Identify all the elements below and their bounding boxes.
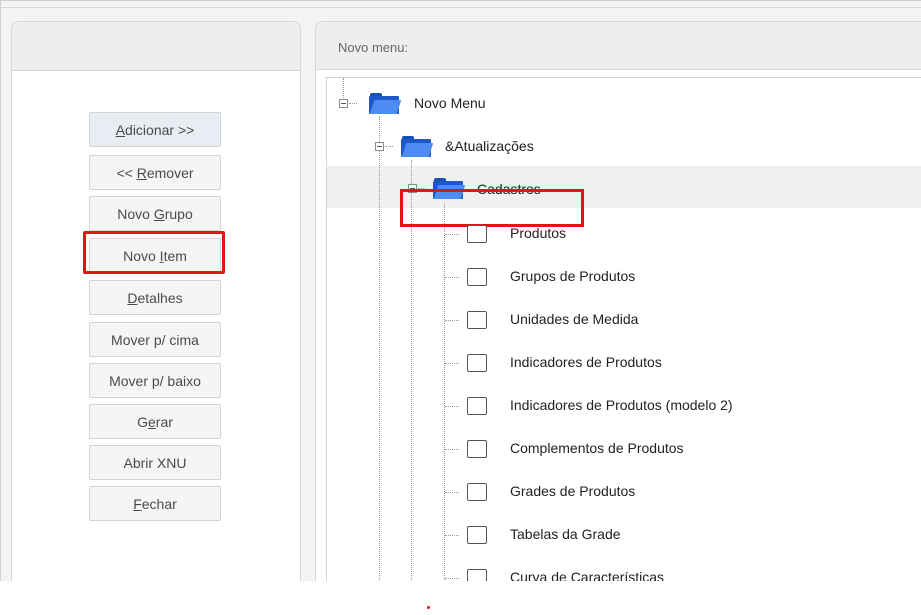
menu-item-icon bbox=[467, 569, 487, 581]
collapse-toggle-icon[interactable] bbox=[408, 184, 417, 193]
tree-branch bbox=[445, 277, 459, 279]
tree-node-root[interactable]: Novo Menu bbox=[414, 95, 486, 111]
collapse-toggle-icon[interactable] bbox=[375, 142, 384, 151]
menu-tree-panel: Novo menu: Novo Menu &Atualizações Cadas… bbox=[315, 21, 921, 581]
menu-item-icon bbox=[467, 526, 487, 544]
novo-item-button[interactable]: Novo Item bbox=[89, 238, 221, 273]
menu-item-icon bbox=[467, 354, 487, 372]
tree-item[interactable]: Curva de Características bbox=[510, 569, 664, 581]
actions-panel: Adicionar >> << Remover Novo Grupo Novo … bbox=[11, 21, 301, 581]
menu-item-icon bbox=[467, 225, 487, 243]
tree-node-atualizacoes[interactable]: &Atualizações bbox=[445, 138, 534, 154]
menu-item-icon bbox=[467, 440, 487, 458]
folder-open-icon bbox=[369, 93, 402, 115]
tree-branch bbox=[445, 578, 459, 580]
detalhes-button[interactable]: Detalhes bbox=[89, 280, 221, 315]
tree-branch bbox=[385, 146, 393, 148]
tree-branch bbox=[445, 449, 459, 451]
tree-item[interactable]: Indicadores de Produtos bbox=[510, 354, 662, 370]
tree-branch bbox=[445, 234, 459, 236]
remover-button[interactable]: << Remover bbox=[89, 155, 221, 190]
red-dot-marker bbox=[427, 606, 430, 609]
tree-branch bbox=[349, 103, 357, 105]
menu-tree-header: Novo menu: bbox=[316, 22, 921, 70]
tree-branch bbox=[445, 492, 459, 494]
tree-item[interactable]: Tabelas da Grade bbox=[510, 526, 621, 542]
tree-line bbox=[411, 160, 413, 581]
tree-branch bbox=[445, 535, 459, 537]
folder-open-icon bbox=[401, 136, 434, 158]
tree-branch bbox=[445, 363, 459, 365]
top-divider bbox=[1, 7, 921, 8]
tree-item[interactable]: Unidades de Medida bbox=[510, 311, 638, 327]
tree-line bbox=[379, 116, 381, 581]
tree-line bbox=[343, 78, 345, 98]
mover-cima-button[interactable]: Mover p/ cima bbox=[89, 322, 221, 357]
tree-branch bbox=[445, 406, 459, 408]
mover-baixo-button[interactable]: Mover p/ baixo bbox=[89, 363, 221, 398]
menu-tree[interactable]: Novo Menu &Atualizações Cadastros Produt… bbox=[326, 77, 921, 581]
tree-node-cadastros[interactable]: Cadastros bbox=[477, 181, 541, 197]
adicionar-button[interactable]: Adicionar >> bbox=[89, 112, 221, 147]
menu-item-icon bbox=[467, 397, 487, 415]
menu-item-icon bbox=[467, 483, 487, 501]
fechar-button[interactable]: Fechar bbox=[89, 486, 221, 521]
gerar-button[interactable]: Gerar bbox=[89, 404, 221, 439]
folder-open-icon bbox=[433, 178, 466, 200]
tree-branch bbox=[418, 188, 426, 190]
novo-grupo-button[interactable]: Novo Grupo bbox=[89, 196, 221, 231]
tree-item[interactable]: Grupos de Produtos bbox=[510, 268, 635, 284]
tree-item[interactable]: Produtos bbox=[510, 225, 566, 241]
menu-item-icon bbox=[467, 268, 487, 286]
tree-item[interactable]: Complementos de Produtos bbox=[510, 440, 684, 456]
tree-item[interactable]: Grades de Produtos bbox=[510, 483, 635, 499]
actions-panel-header bbox=[12, 22, 300, 71]
abrir-xnu-button[interactable]: Abrir XNU bbox=[89, 445, 221, 480]
tree-line bbox=[444, 203, 446, 581]
menu-editor-window: Adicionar >> << Remover Novo Grupo Novo … bbox=[0, 0, 921, 581]
collapse-toggle-icon[interactable] bbox=[339, 99, 348, 108]
menu-item-icon bbox=[467, 311, 487, 329]
tree-branch bbox=[445, 320, 459, 322]
tree-item[interactable]: Indicadores de Produtos (modelo 2) bbox=[510, 397, 733, 413]
